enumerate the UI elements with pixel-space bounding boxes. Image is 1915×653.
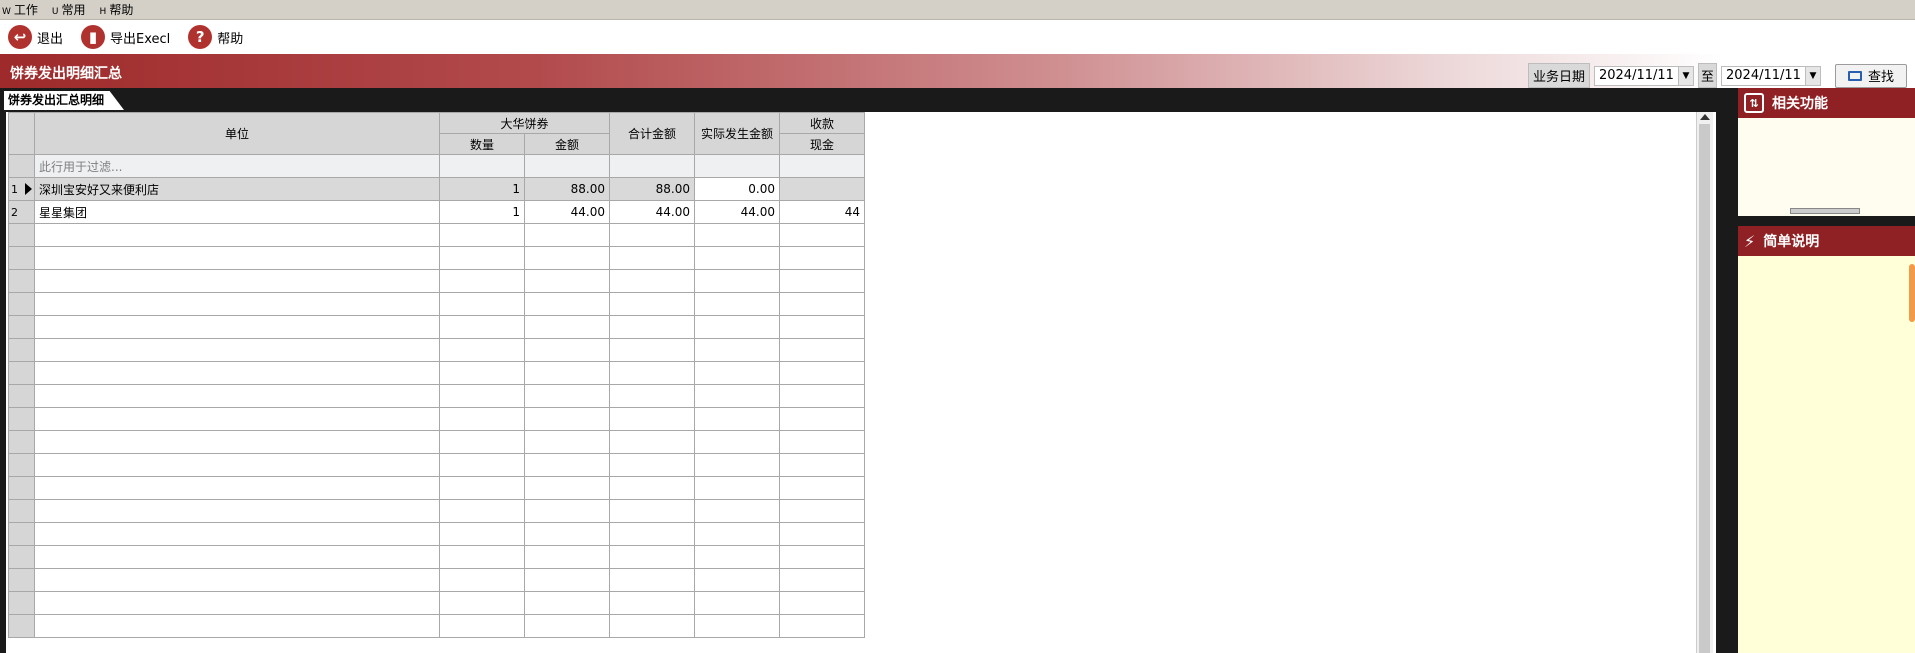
empty-row[interactable] [8, 246, 865, 270]
menu-bar: W 工作 U 常用 H 帮助 [0, 0, 1915, 20]
export-excel-button[interactable]: ▮ 导出Execl [81, 25, 170, 49]
cell-actual[interactable]: 44.00 [694, 200, 780, 224]
side-panel: ⇅ 相关功能 ⚡ 简单说明 [1730, 88, 1915, 653]
to-label: 至 [1697, 63, 1717, 88]
scroll-thumb[interactable] [1699, 124, 1710, 653]
empty-row[interactable] [8, 292, 865, 316]
monitor-icon [1847, 70, 1862, 81]
toolbar: ↩ 退出 ▮ 导出Execl ? 帮助 [0, 20, 1915, 54]
cell-cash[interactable] [779, 177, 865, 201]
find-button[interactable]: 查找 [1835, 63, 1907, 88]
filter-row[interactable]: 此行用于过滤... [8, 154, 865, 178]
scroll-up-icon[interactable] [1700, 114, 1710, 120]
dropdown-arrow-icon[interactable]: ▼ [1677, 66, 1693, 85]
column-group-receipt: 收款 [779, 112, 865, 134]
cell-actual[interactable]: 0.00 [694, 177, 780, 201]
brief-description-header[interactable]: ⚡ 简单说明 [1738, 226, 1915, 256]
cell-qty[interactable]: 1 [439, 177, 525, 201]
menu-help[interactable]: H 帮助 [100, 1, 134, 18]
question-icon: ? [188, 25, 213, 49]
menu-work[interactable]: W 工作 [2, 1, 38, 18]
cell-qty[interactable]: 1 [439, 200, 525, 224]
cell-total[interactable]: 44.00 [609, 200, 695, 224]
page-title: 饼券发出明细汇总 [10, 66, 122, 82]
column-header-cash[interactable]: 现金 [779, 133, 865, 155]
cell-amount[interactable]: 44.00 [524, 200, 610, 224]
brief-description-body [1738, 256, 1915, 653]
date-label: 业务日期 [1527, 63, 1590, 88]
empty-row[interactable] [8, 476, 865, 500]
summary-table: 单位 大华饼券 合计金额 实际发生金额 收款 数量 金额 现金 此行用于过滤..… [8, 112, 865, 638]
dropdown-arrow-icon[interactable]: ▼ [1805, 66, 1820, 85]
lightning-icon: ⚡ [1744, 231, 1756, 251]
empty-row[interactable] [8, 223, 865, 247]
tab-summary-detail[interactable]: 饼券发出汇总明细 [4, 91, 125, 110]
column-header-unit[interactable]: 单位 [34, 112, 440, 155]
cell-unit[interactable]: 星星集团 [34, 200, 440, 224]
row-header[interactable]: 1 [8, 177, 35, 201]
current-row-icon [25, 183, 32, 195]
empty-row[interactable] [8, 430, 865, 454]
vertical-scrollbar[interactable] [1696, 112, 1713, 653]
empty-row[interactable] [8, 338, 865, 362]
table-row[interactable]: 2 星星集团 1 44.00 44.00 44.00 44 [8, 200, 865, 224]
cell-unit[interactable]: 深圳宝安好又来便利店 [34, 177, 440, 201]
table-row[interactable]: 1 深圳宝安好又来便利店 1 88.00 88.00 0.00 [8, 177, 865, 201]
empty-row[interactable] [8, 499, 865, 523]
empty-row[interactable] [8, 384, 865, 408]
empty-row[interactable] [8, 522, 865, 546]
panel-scroll-thumb[interactable] [1909, 264, 1915, 322]
empty-row[interactable] [8, 269, 865, 293]
related-functions-body [1738, 118, 1915, 216]
related-functions-header[interactable]: ⇅ 相关功能 [1738, 88, 1915, 118]
cell-amount[interactable]: 88.00 [524, 177, 610, 201]
empty-row[interactable] [8, 407, 865, 431]
date-from-picker[interactable]: 2024/11/11 ▼ [1593, 65, 1694, 86]
empty-row[interactable] [8, 361, 865, 385]
cell-total[interactable]: 88.00 [609, 177, 695, 201]
column-group-dahua: 大华饼券 [439, 112, 610, 134]
column-header-total[interactable]: 合计金额 [609, 112, 695, 155]
empty-row[interactable] [8, 568, 865, 592]
empty-row[interactable] [8, 453, 865, 477]
column-header-actual[interactable]: 实际发生金额 [694, 112, 780, 155]
data-grid: 单位 大华饼券 合计金额 实际发生金额 收款 数量 金额 现金 此行用于过滤..… [6, 112, 1716, 653]
filter-input[interactable]: 此行用于过滤... [34, 154, 440, 178]
bar-chart-icon: ▮ [81, 25, 106, 49]
row-header[interactable]: 2 [8, 200, 35, 224]
cell-cash[interactable]: 44 [779, 200, 865, 224]
empty-row[interactable] [8, 315, 865, 339]
exit-icon: ↩ [8, 25, 32, 49]
column-header-qty[interactable]: 数量 [439, 133, 525, 155]
content-frame: 饼券发出汇总明细 单位 大华饼券 合计金额 实际发生金额 收款 数量 金额 现金… [0, 88, 1730, 653]
corner-cell[interactable] [8, 112, 35, 155]
empty-row[interactable] [8, 545, 865, 569]
title-band: 饼券发出明细汇总 业务日期 2024/11/11 ▼ 至 2024/11/11 … [0, 54, 1915, 88]
sliders-icon: ⇅ [1744, 93, 1764, 113]
menu-common[interactable]: U 常用 [52, 1, 86, 18]
empty-row[interactable] [8, 614, 865, 638]
empty-row[interactable] [8, 591, 865, 615]
date-to-picker[interactable]: 2024/11/11 ▼ [1721, 65, 1821, 86]
column-header-amount[interactable]: 金额 [524, 133, 610, 155]
help-button[interactable]: ? 帮助 [188, 25, 243, 49]
panel-splitter-grip[interactable] [1790, 208, 1860, 214]
exit-button[interactable]: ↩ 退出 [8, 25, 63, 49]
date-filter: 业务日期 2024/11/11 ▼ 至 2024/11/11 ▼ 查找 [1527, 63, 1907, 88]
